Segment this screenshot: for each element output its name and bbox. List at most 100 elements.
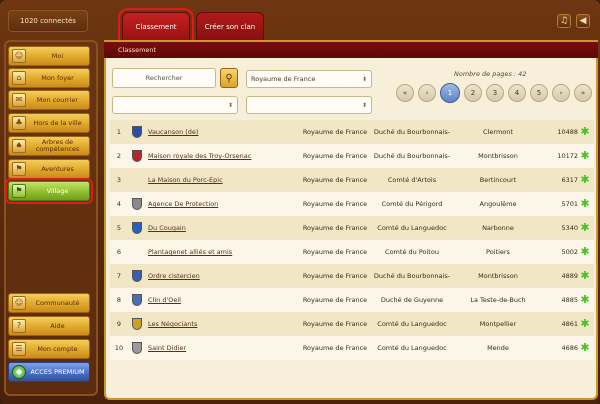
clan-name-link[interactable]: Vaucanson (de) — [148, 120, 306, 144]
score-cell: 5340 — [561, 224, 578, 232]
join-icon[interactable]: ✱ — [578, 216, 592, 240]
table-row: 3 La Maison du Porc-Epic Royaume de France… — [110, 168, 594, 192]
person-icon: ☺ — [12, 49, 26, 63]
page-button-5[interactable]: 5 — [530, 84, 548, 102]
duchy-cell: Duché du Bourbonnais- — [373, 152, 451, 160]
score-cell: 10172 — [557, 152, 578, 160]
sidebar-item-mon-foyer[interactable]: ⌂ Mon foyer — [8, 68, 90, 88]
search-button[interactable]: ⚲ — [220, 68, 238, 88]
sidebar-item-label: Aide — [50, 321, 65, 330]
duchy-cell: Comté du Poitou — [385, 248, 439, 256]
page-button-3[interactable]: 3 — [486, 84, 504, 102]
page-button-2[interactable]: 2 — [464, 84, 482, 102]
rank-cell: 1 — [116, 128, 122, 136]
score-cell: 4861 — [561, 320, 578, 328]
pager-nav-button[interactable]: « — [396, 84, 414, 102]
tab-creer-clan[interactable]: Créer son clan — [196, 12, 264, 40]
page-button-4[interactable]: 4 — [508, 84, 526, 102]
help-icon: ? — [12, 319, 26, 333]
join-icon[interactable]: ✱ — [578, 312, 592, 336]
search-input[interactable]: Rechercher — [112, 68, 216, 88]
house-icon: ⌂ — [12, 71, 26, 85]
rank-cell: 7 — [116, 272, 122, 280]
table-row: 7 Ordre cistercien Royaume de France Duché … — [110, 264, 594, 288]
sidebar-item-mon-compte[interactable]: ☰ Mon compte — [8, 339, 90, 359]
table-row: 4 Agence De Protection Royaume de France Co… — [110, 192, 594, 216]
pager-nav-button[interactable]: » — [574, 84, 592, 102]
clan-flag-cell — [130, 192, 144, 216]
tree-icon: ♠ — [12, 139, 26, 153]
city-select[interactable]: ⬍ — [246, 96, 372, 114]
community-icon: ☺ — [12, 296, 26, 310]
duchy-cell: Duché du Bourbonnais- — [373, 272, 451, 280]
duchy-cell: Comté du Périgord — [381, 200, 443, 208]
sidebar-item-label: Arbres de compétences — [35, 138, 80, 153]
clan-name-link[interactable]: Saint Didier — [148, 336, 306, 360]
sound-icon[interactable]: ◀ — [576, 14, 590, 28]
duchy-select[interactable]: ⬍ — [112, 96, 238, 114]
clan-name-link[interactable]: Du Cougain — [148, 216, 306, 240]
clan-flag-icon — [132, 342, 142, 354]
sidebar-item-aide[interactable]: ? Aide — [8, 316, 90, 336]
rank-cell: 10 — [114, 344, 124, 352]
sidebar-item-label: Aventures — [41, 164, 74, 173]
pager-nav-button[interactable]: › — [552, 84, 570, 102]
search-icon: ⚲ — [225, 72, 233, 84]
table-row: 8 Clin d'Oeil Royaume de France Duché de Gu… — [110, 288, 594, 312]
sidebar-item-moi[interactable]: ☺ Moi — [8, 46, 90, 66]
clan-name-link[interactable]: Les Négociants — [148, 312, 306, 336]
clan-flag-icon — [132, 198, 142, 210]
gem-icon: ◆ — [12, 365, 26, 379]
clan-flag-icon — [132, 222, 142, 234]
rank-cell: 9 — [116, 320, 122, 328]
clan-flag-icon — [132, 150, 142, 162]
music-icon[interactable]: ♫ — [557, 14, 571, 28]
join-icon[interactable]: ✱ — [578, 120, 592, 144]
duchy-cell: Comté du Languedoc — [377, 320, 447, 328]
clan-name-link[interactable]: La Maison du Porc-Epic — [148, 168, 306, 192]
duchy-cell: Duché de Guyenne — [380, 296, 444, 304]
sidebar-item-village[interactable]: ⚑ Village — [5, 178, 93, 204]
clan-flag-icon — [132, 270, 142, 282]
adventure-icon: ⚑ — [12, 162, 26, 176]
duchy-cell: Comté d'Artois — [387, 176, 437, 184]
ranking-panel: Rechercher ⚲ Royaume de France ⬍ ⬍ ⬍ Nom… — [104, 58, 598, 400]
clan-name-link[interactable]: Maison royale des Troy-Orsenac — [148, 144, 306, 168]
clan-flag-cell — [130, 120, 144, 144]
clan-flag-cell — [130, 144, 144, 168]
sidebar-item-mon-courrier[interactable]: ✉ Mon courrier — [8, 90, 90, 110]
sidebar-item-acces-premium[interactable]: ◆ ACCES PREMIUM — [8, 362, 90, 382]
city-cell: Angoulême — [479, 200, 517, 208]
sidebar-item-hors-de-la-ville[interactable]: ♣ Hors de la ville — [8, 113, 90, 133]
kingdom-cell: Royaume de France — [302, 272, 368, 280]
kingdom-cell: Royaume de France — [302, 248, 368, 256]
kingdom-cell: Royaume de France — [302, 152, 368, 160]
clan-name-link[interactable]: Agence De Protection — [148, 192, 306, 216]
kingdom-cell: Royaume de France — [302, 296, 368, 304]
clan-flag-cell — [130, 168, 144, 192]
join-icon[interactable]: ✱ — [578, 168, 592, 192]
join-icon[interactable]: ✱ — [578, 192, 592, 216]
clan-flag-icon — [132, 318, 142, 330]
clan-name-link[interactable]: Clin d'Oeil — [148, 288, 306, 312]
clan-flag-cell — [130, 216, 144, 240]
sidebar-item-aventures[interactable]: ⚑ Aventures — [8, 159, 90, 179]
join-icon[interactable]: ✱ — [578, 240, 592, 264]
kingdom-cell: Royaume de France — [302, 224, 368, 232]
sidebar-item-label: Hors de la ville — [33, 118, 82, 127]
clan-name-link[interactable]: Plantagenet alliés et amis — [148, 240, 306, 264]
page-button-1[interactable]: 1 — [440, 83, 460, 103]
kingdom-select[interactable]: Royaume de France ⬍ — [246, 70, 372, 88]
clan-name-link[interactable]: Ordre cistercien — [148, 264, 306, 288]
sidebar-item-arbres-de-comp-tences[interactable]: ♠ Arbres de compétences — [8, 136, 90, 156]
clan-flag-cell — [130, 288, 144, 312]
join-icon[interactable]: ✱ — [578, 264, 592, 288]
kingdom-cell: Royaume de France — [302, 200, 368, 208]
join-icon[interactable]: ✱ — [578, 336, 592, 360]
pager-nav-button[interactable]: ‹ — [418, 84, 436, 102]
join-icon[interactable]: ✱ — [578, 288, 592, 312]
sidebar-item-communaut-[interactable]: ☺ Communauté — [8, 293, 90, 313]
score-cell: 4889 — [561, 272, 578, 280]
join-icon[interactable]: ✱ — [578, 144, 592, 168]
tab-classement[interactable]: Classement — [118, 8, 194, 44]
